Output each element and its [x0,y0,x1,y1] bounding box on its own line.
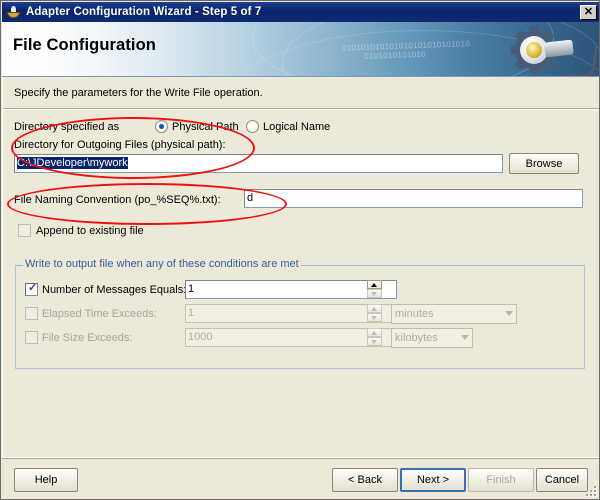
file-size-input: 1000 [185,328,397,347]
radio-logical-name[interactable] [246,120,259,133]
radio-logical-name-label[interactable]: Logical Name [263,121,330,133]
resize-grip-icon[interactable] [586,486,598,498]
wizard-banner: 010101010101010101010101010 010101010101… [2,22,599,77]
adapter-configuration-wizard-dialog: Adapter Configuration Wizard - Step 5 of… [0,0,600,500]
append-to-existing-file-label[interactable]: Append to existing file [36,225,144,237]
elapsed-time-spinner [367,304,382,323]
page-title: File Configuration [13,36,156,54]
spinner-down-icon [367,337,382,346]
spinner-up-icon [367,304,382,313]
cancel-button-label: Cancel [544,474,580,486]
finish-button-label: Finish [486,474,516,486]
number-of-messages-checkbox[interactable]: ✓ [25,283,38,296]
browse-button-label: Browse [525,157,563,170]
file-size-label: File Size Exceeds: [42,332,133,344]
file-size-unit-value: kilobytes [395,332,438,344]
directory-input[interactable]: C:\JDeveloper\mywork [14,154,503,173]
number-of-messages-spinner[interactable] [367,280,382,299]
gear-and-plug-icon [497,23,599,76]
spinner-down-icon[interactable] [367,289,382,298]
directory-input-value: C:\JDeveloper\mywork [17,157,128,169]
spinner-up-icon[interactable] [367,280,382,289]
back-button-label: < Back [348,474,382,486]
browse-button[interactable]: Browse [509,153,579,174]
next-button-label: Next > [416,474,450,486]
finish-button: Finish [468,468,534,492]
close-icon[interactable]: ✕ [580,4,597,20]
footer-divider [2,458,599,459]
number-of-messages-label[interactable]: Number of Messages Equals: [42,284,186,296]
file-size-spinner [367,328,382,347]
spinner-up-icon [367,328,382,337]
dialog-content: Specify the parameters for the Write Fil… [2,77,599,457]
coffee-cup-icon [6,4,22,20]
file-naming-input[interactable]: d [244,189,583,208]
close-glyph: ✕ [583,5,594,18]
checkmark-icon: ✓ [28,282,38,294]
spinner-down-icon [367,313,382,322]
chevron-down-icon [461,335,469,340]
window-titlebar: Adapter Configuration Wizard - Step 5 of… [2,2,599,22]
append-to-existing-file-checkbox[interactable] [18,224,31,237]
dialog-footer: Help < Back Next > Finish Cancel [2,457,599,499]
number-of-messages-value: 1 [188,283,195,295]
file-size-value: 1000 [188,331,213,343]
elapsed-time-input: 1 [185,304,397,323]
file-size-unit-select: kilobytes [391,328,473,348]
back-button[interactable]: < Back [332,468,398,492]
instruction-text: Specify the parameters for the Write Fil… [14,87,263,99]
write-conditions-group-title: Write to output file when any of these c… [23,258,301,270]
chevron-down-icon [505,311,513,316]
elapsed-time-value: 1 [188,307,195,319]
help-button[interactable]: Help [14,468,78,492]
radio-physical-path-dot [159,124,164,129]
radio-physical-path-label[interactable]: Physical Path [172,121,239,133]
elapsed-time-label: Elapsed Time Exceeds: [42,308,157,320]
help-button-label: Help [34,474,58,486]
window-title: Adapter Configuration Wizard - Step 5 of… [26,6,262,18]
elapsed-time-checkbox[interactable] [25,307,38,320]
elapsed-time-unit-value: minutes [395,308,434,320]
radio-physical-path[interactable] [155,120,168,133]
file-size-checkbox[interactable] [25,331,38,344]
cancel-button[interactable]: Cancel [536,468,588,492]
content-divider [3,108,599,110]
directory-specified-as-label: Directory specified as [14,121,120,133]
file-naming-label: File Naming Convention (po_%SEQ%.txt): [14,194,221,206]
elapsed-time-unit-select: minutes [391,304,517,324]
directory-field-label: Directory for Outgoing Files (physical p… [14,139,226,151]
number-of-messages-input[interactable]: 1 [185,280,397,299]
next-button[interactable]: Next > [400,468,466,492]
file-naming-input-value: d [247,192,254,204]
